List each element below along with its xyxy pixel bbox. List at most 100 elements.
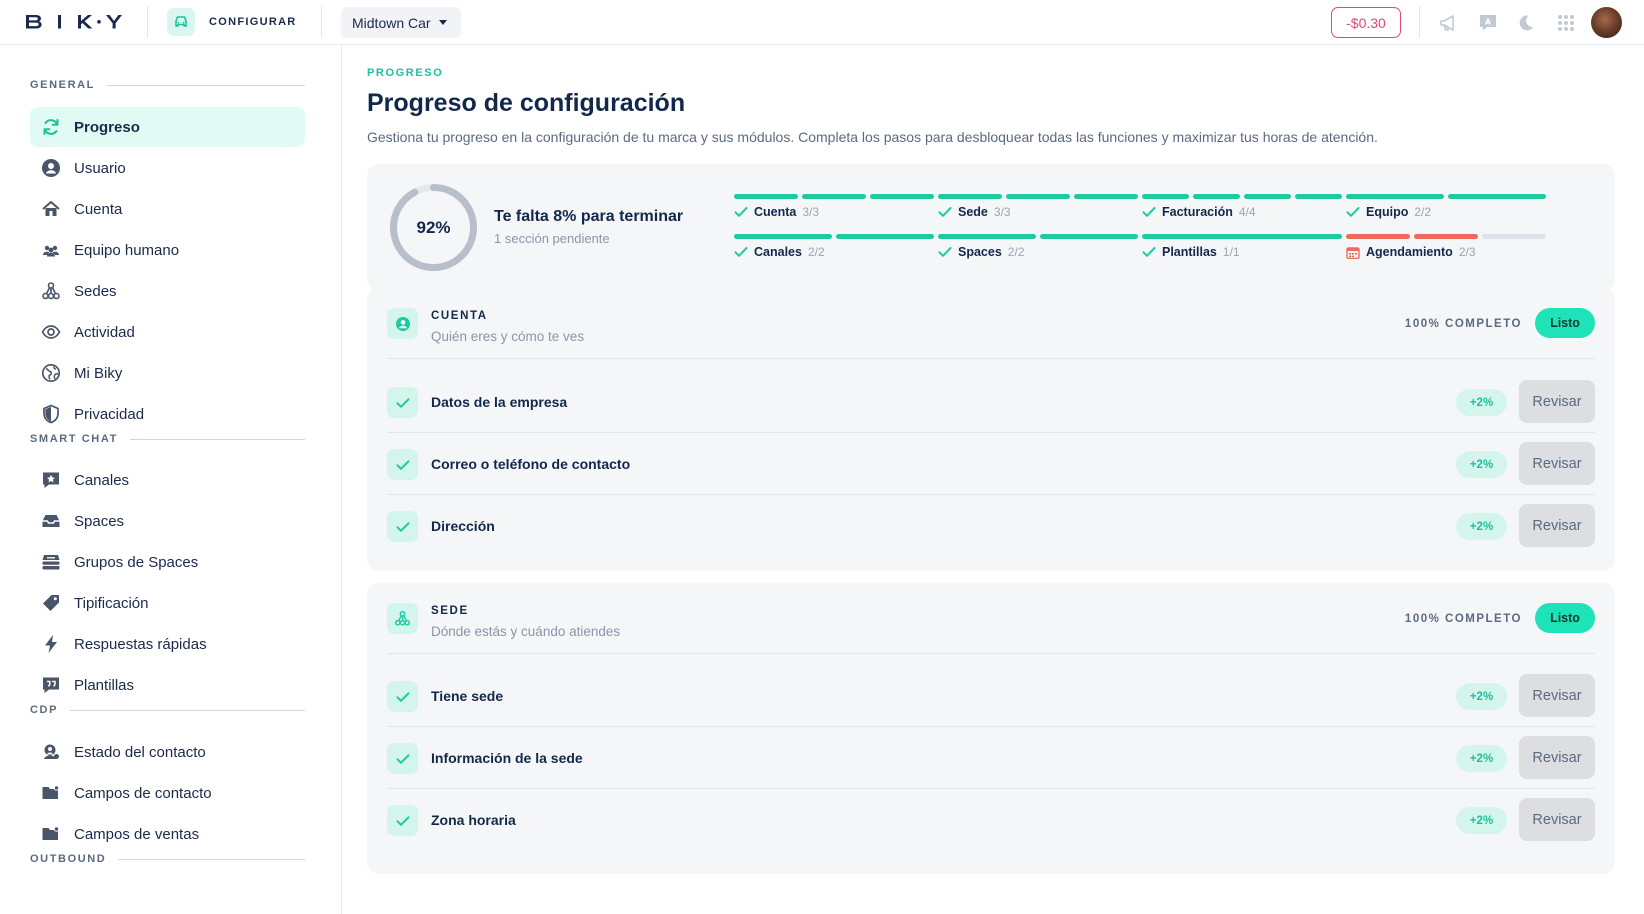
section-label[interactable]: CONFIGURAR [209,16,297,28]
sidebar-item-progreso[interactable]: Progreso [30,107,305,147]
module-name: Plantillas [1162,245,1217,259]
module-progress[interactable]: Equipo 2/2 [1346,194,1546,219]
sidebar-item-canales[interactable]: Canales [30,460,305,500]
sidebar-item-spaces[interactable]: Spaces [30,501,305,541]
sidebar-item-label: Plantillas [74,676,135,694]
translate-icon[interactable]: A [1477,12,1499,34]
sidebar-item-tipificacion[interactable]: Tipificación [30,583,305,623]
sidebar-item-campos-de-contacto[interactable]: Campos de contacto [30,773,305,813]
brand-name: Midtown Car [352,14,431,31]
car-icon[interactable] [167,8,195,36]
completion-status: 100% COMPLETO [1404,318,1522,330]
sidebar-item-privacidad[interactable]: Privacidad [30,394,305,434]
sidebar-item-label: Cuenta [74,200,123,218]
status-badge: Listo [1535,603,1595,633]
completion-status: 100% COMPLETO [1404,613,1522,625]
task-points: +2% [1456,513,1507,540]
avatar[interactable] [1591,7,1622,38]
module-progress-bar [1346,194,1546,199]
sidebar-item-actividad[interactable]: Actividad [30,312,305,352]
review-button[interactable]: Revisar [1519,380,1595,423]
progress-segment [870,194,934,199]
check-icon [387,511,418,542]
sidebar-item-label: Respuestas rápidas [74,635,207,653]
divider [387,358,1595,359]
module-name: Agendamiento [1366,245,1453,259]
task-name: Dirección [431,518,495,534]
sidebar-item-respuestas-rapidas[interactable]: Respuestas rápidas [30,624,305,664]
megaphone-icon[interactable] [1438,12,1460,34]
sidebar-item-label: Sedes [74,282,117,300]
progress-segment [938,234,1036,239]
module-name: Sede [958,205,988,219]
progress-segment [1346,194,1444,199]
review-button[interactable]: Revisar [1519,736,1595,779]
progress-segment [1142,194,1189,199]
progress-summary: 92% Te falta 8% para terminar 1 sección … [367,164,1615,291]
section-title: SMART CHAT [30,433,118,445]
sidebar-item-equipo-humano[interactable]: Equipo humano [30,230,305,270]
calendar-icon [1346,246,1360,259]
review-button[interactable]: Revisar [1519,674,1595,717]
moon-icon[interactable] [1515,12,1537,34]
check-icon [387,681,418,712]
sidebar-item-campos-de-ventas[interactable]: Campos de ventas [30,814,305,854]
svg-text:A: A [1485,18,1492,27]
check-icon [734,246,748,258]
module-count: 2/2 [807,245,825,259]
module-name: Spaces [958,245,1002,259]
module-count: 1/1 [1222,245,1240,259]
quote-icon [41,675,61,695]
module-label: Sede 3/3 [938,205,1138,219]
progress-pending: 1 sección pendiente [494,231,610,246]
module-progress[interactable]: Plantillas 1/1 [1142,234,1342,259]
balance-badge[interactable]: -$0.30 [1331,7,1401,38]
sidebar-item-estado-del-contacto[interactable]: Estado del contacto [30,732,305,772]
sidebar-item-label: Tipificación [74,594,149,612]
task-row: Datos de la empresa +2% Revisar [387,371,1595,433]
progress-segment [802,194,866,199]
apps-grid-icon[interactable] [1555,12,1577,34]
module-progress[interactable]: Sede 3/3 [938,194,1138,219]
sidebar-item-usuario[interactable]: Usuario [30,148,305,188]
review-button[interactable]: Revisar [1519,504,1595,547]
module-progress-bar [1142,234,1342,239]
progress-segment [734,194,798,199]
sidebar-item-sedes[interactable]: Sedes [30,271,305,311]
section-header-outbound: OUTBOUND [30,853,305,865]
progress-segment [1295,194,1342,199]
sidebar-item-mi-biky[interactable]: Mi Biky [30,353,305,393]
module-progress-bar [1142,194,1342,199]
sidebar-item-cuenta[interactable]: Cuenta [30,189,305,229]
check-icon [387,805,418,836]
progress-headline: Te falta 8% para terminar [494,208,684,225]
module-progress[interactable]: Cuenta 3/3 [734,194,934,219]
module-progress[interactable]: Canales 2/2 [734,234,934,259]
brand-selector[interactable]: Midtown Car [341,7,461,38]
task-row: Zona horaria +2% Revisar [387,789,1595,851]
team-icon [41,240,61,260]
task-name: Información de la sede [431,750,583,766]
module-progress[interactable]: Agendamiento 2/3 [1346,234,1546,259]
page-title: Progreso de configuración [367,89,686,117]
sidebar-item-plantillas[interactable]: Plantillas [30,665,305,705]
sidebar-item-grupos-de-spaces[interactable]: Grupos de Spaces [30,542,305,582]
module-label: Canales 2/2 [734,245,934,259]
module-count: 2/2 [1007,245,1025,259]
review-button[interactable]: Revisar [1519,798,1595,841]
biky-logo[interactable] [26,14,124,30]
review-button[interactable]: Revisar [1519,442,1595,485]
task-points: +2% [1456,807,1507,834]
sites-icon [387,603,418,634]
module-progress-bar [734,194,934,199]
module-progress[interactable]: Spaces 2/2 [938,234,1138,259]
caret-down-icon [438,20,447,25]
status-badge: Listo [1535,308,1595,338]
module-name: Canales [754,245,802,259]
biky-logo-mark [26,15,122,29]
card-subtitle: Dónde estás y cuándo atiendes [431,624,621,639]
stack-icon [41,552,61,572]
module-progress[interactable]: Facturación 4/4 [1142,194,1342,219]
module-name: Equipo [1366,205,1409,219]
module-name: Cuenta [754,205,797,219]
